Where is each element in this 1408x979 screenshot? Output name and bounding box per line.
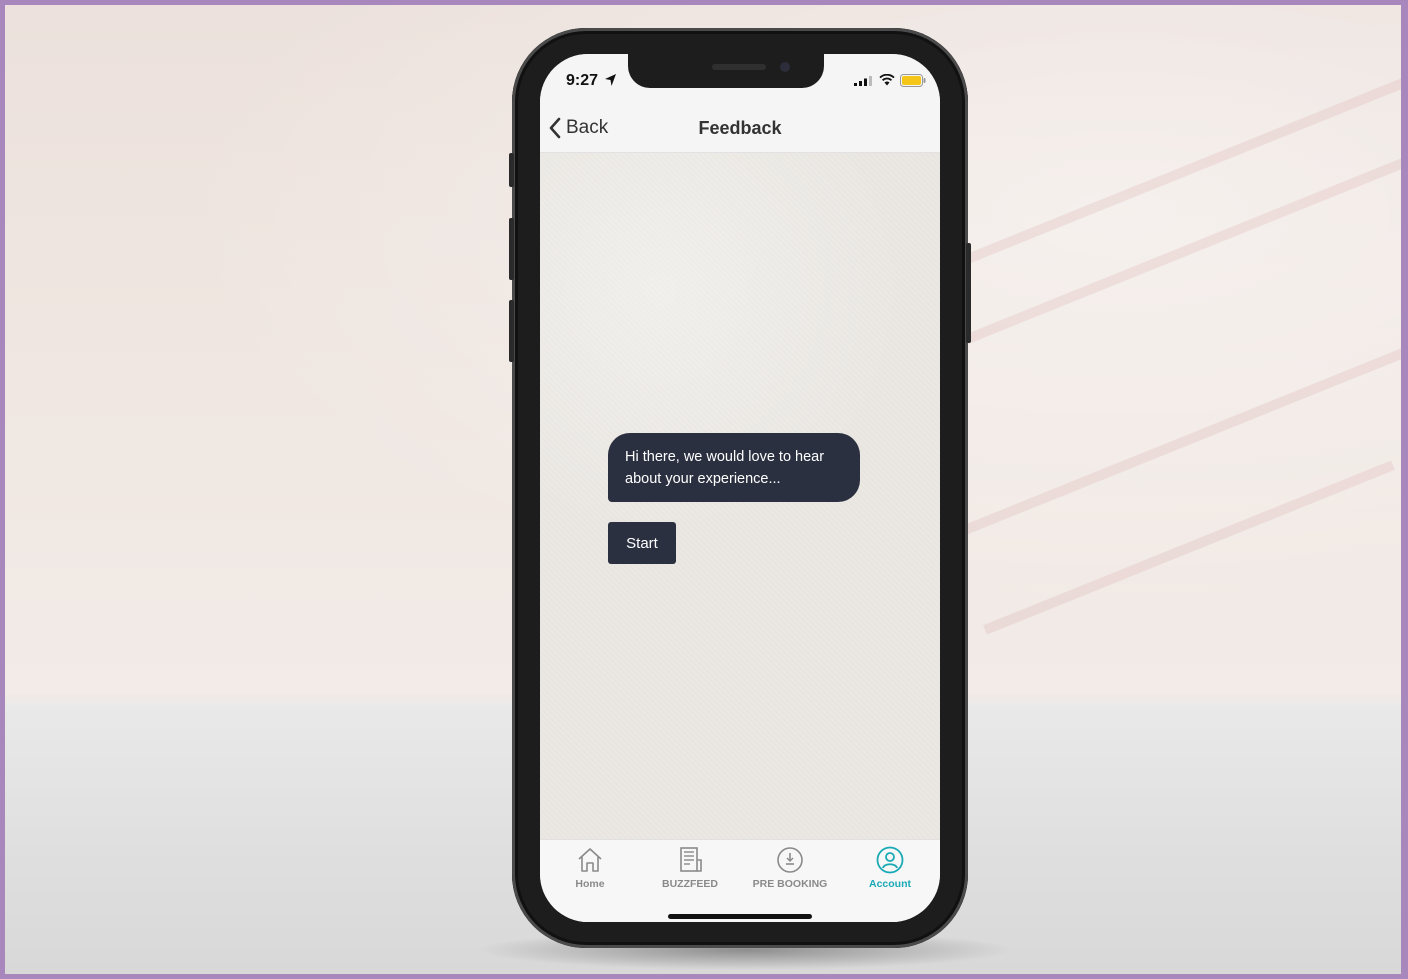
tab-pre-booking[interactable]: PRE BOOKING: [740, 846, 840, 898]
notch: [628, 54, 824, 88]
battery-icon: [900, 74, 926, 87]
volume-up-button: [509, 218, 514, 280]
tab-account-label: Account: [869, 878, 911, 890]
tab-pre-booking-label: PRE BOOKING: [752, 878, 828, 890]
phone-frame: 9:27 Back Feedback Hi there, we would lo…: [509, 28, 971, 948]
tab-account[interactable]: Account: [840, 846, 940, 898]
newspaper-icon: [680, 847, 702, 872]
signal-icon: [854, 76, 872, 86]
tab-home[interactable]: Home: [540, 846, 640, 898]
volume-down-button: [509, 300, 514, 362]
power-button: [966, 243, 971, 343]
chat-area: Hi there, we would love to hear about yo…: [540, 153, 940, 839]
phone-screen: 9:27 Back Feedback Hi there, we would lo…: [540, 54, 940, 922]
tab-bar: Home BUZZFEED PRE BOOKING Account: [540, 839, 940, 922]
mute-switch: [509, 153, 514, 187]
home-icon: [578, 848, 602, 872]
wifi-icon: [879, 74, 895, 86]
home-indicator[interactable]: [668, 914, 812, 919]
status-time: 9:27: [566, 72, 599, 89]
navigation-bar: Back Feedback: [540, 104, 940, 153]
start-button[interactable]: Start: [608, 522, 676, 564]
chat-message-bubble: Hi there, we would love to hear about yo…: [608, 433, 860, 502]
tab-buzzfeed[interactable]: BUZZFEED: [640, 846, 740, 898]
tab-home-label: Home: [575, 878, 605, 890]
front-camera: [780, 62, 790, 72]
tab-buzzfeed-label: BUZZFEED: [662, 878, 718, 890]
speaker: [712, 64, 766, 70]
page-title: Feedback: [698, 118, 782, 138]
clock-icon: [777, 847, 803, 873]
location-arrow-icon: [605, 74, 616, 86]
user-icon: [876, 846, 904, 874]
